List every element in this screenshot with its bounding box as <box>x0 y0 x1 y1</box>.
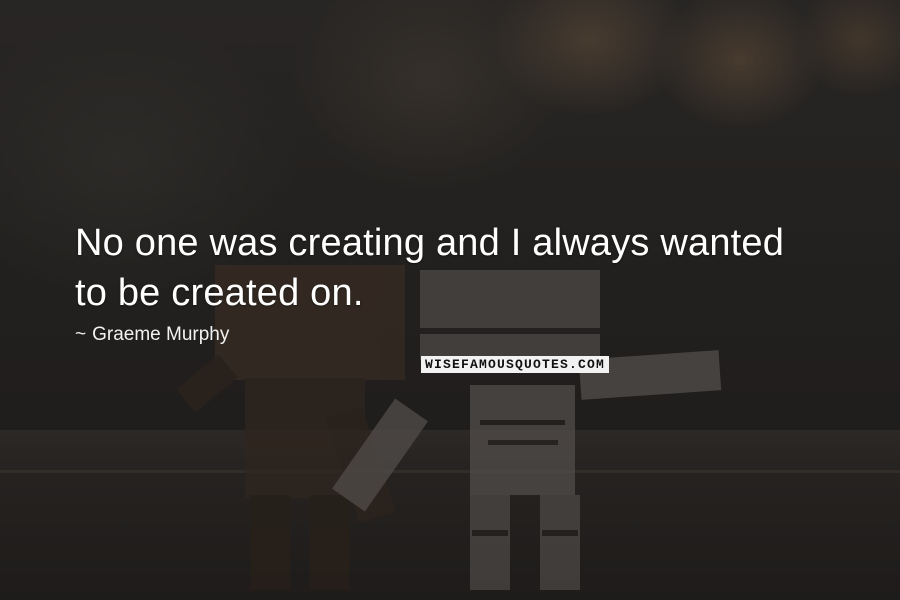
quote-line-2: to be created on. <box>75 272 364 314</box>
quote-author: ~ Graeme Murphy <box>75 323 229 347</box>
quote-line-1: No one was creating and I always wanted <box>75 222 785 264</box>
author-dash: ~ <box>75 324 87 345</box>
quote-text: No one was creating and I always wanted … <box>75 218 865 318</box>
wisefamousquotes-logo: WISEFAMOUSQUOTES.COM <box>421 356 610 373</box>
author-name: Graeme Murphy <box>92 324 230 345</box>
